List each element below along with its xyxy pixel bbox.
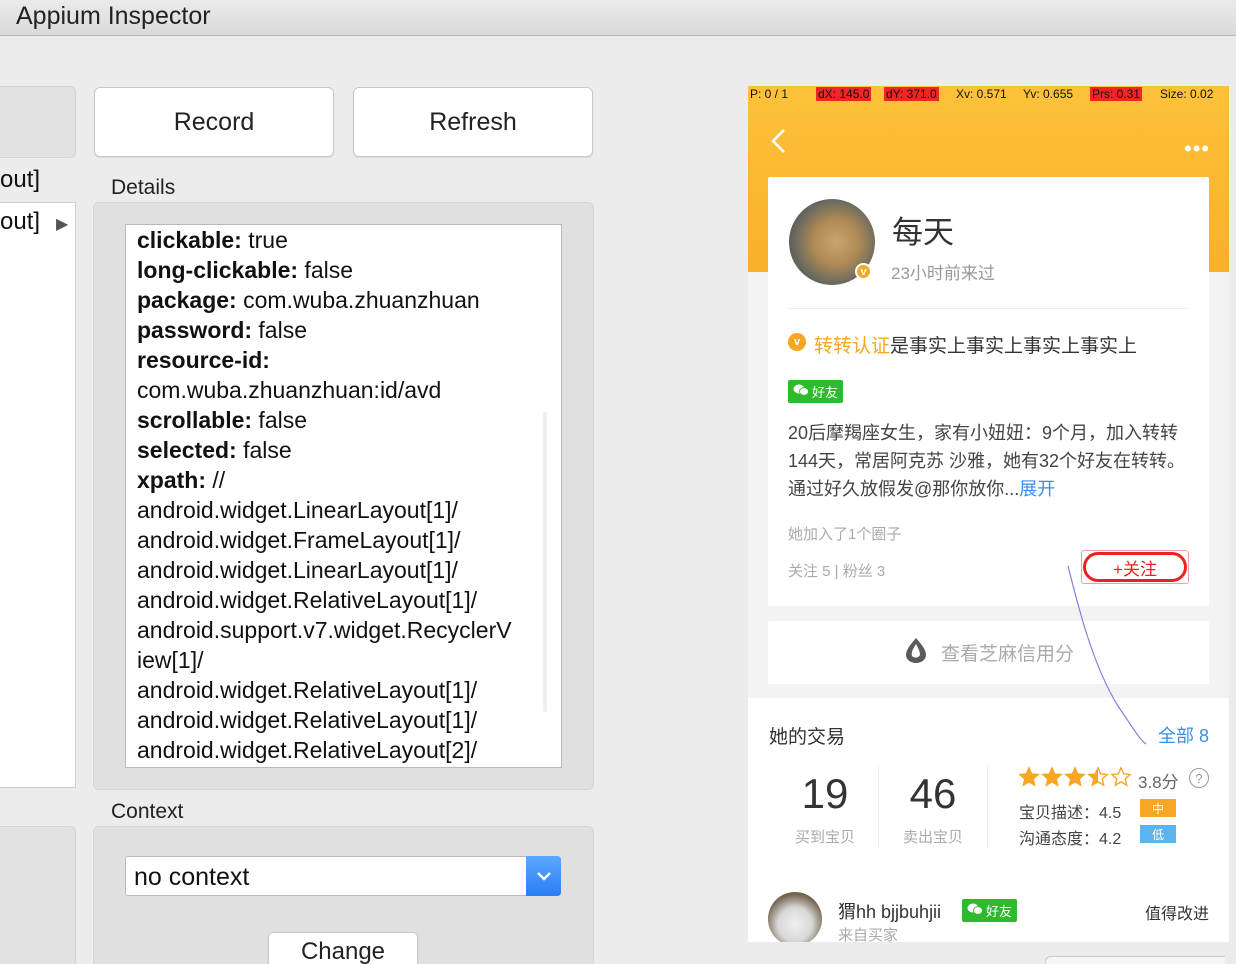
details-text-area[interactable]: clickable: true long-clickable: false pack… [125,224,562,768]
context-label: Context [111,800,184,823]
tree-expand-icon[interactable]: ▶ [56,214,68,234]
source-toolbar-panel [0,86,76,158]
details-scrollbar[interactable] [543,412,547,712]
detail-value: android.support.v7.widget.RecyclerV [137,617,512,643]
detail-value: android.widget.RelativeLayout[1]/ [137,587,478,613]
detail-value: iew[1]/ [137,647,204,673]
refresh-button[interactable]: Refresh [353,87,593,157]
change-button[interactable]: Change [268,932,418,964]
detail-value: com.wuba.zhuanzhuan:id/avd [137,377,442,403]
detail-key: scrollable: [137,407,253,433]
detail-line: android.widget.RelativeLayout[1]/ [137,705,553,735]
bottom-panel-edge [1045,956,1225,964]
details-label: Details [111,176,176,199]
detail-line: iew[1]/ [137,645,553,675]
detail-line: scrollable: false [137,405,553,435]
detail-line: package: com.wuba.zhuanzhuan [137,285,553,315]
detail-key: xpath: [137,467,206,493]
detail-line: android.widget.LinearLayout[1]/ [137,555,553,585]
tree-node-1[interactable]: out] [0,166,40,194]
detail-key: password: [137,317,253,343]
detail-key: package: [137,287,237,313]
detail-value: // [206,467,226,493]
detail-value: false [252,317,308,343]
detail-line: password: false [137,315,553,345]
device-screenshot[interactable]: P: 0 / 1 dX: 145.0 dY: 371.0 Xv: 0.571 Y… [748,86,1229,942]
detail-line: selected: false [137,435,553,465]
detail-value: false [252,407,308,433]
detail-value: true [241,227,288,253]
context-select[interactable]: no context [125,856,561,896]
title-bar: Appium Inspector [0,0,1236,36]
record-button[interactable]: Record [94,87,334,157]
left-bottom-panel [0,826,76,964]
detail-key: clickable: [137,227,242,253]
detail-value: android.widget.LinearLayout[1]/ [137,497,458,523]
detail-key: selected: [137,437,237,463]
detail-value: android.widget.FrameLayout[1]/ [137,527,461,553]
detail-line: xpath: // [137,465,553,495]
detail-line: android.widget.FrameLayout[1]/ [137,525,553,555]
detail-value: false [236,437,292,463]
detail-line: android.widget.RelativeLayout[1]/ [137,675,553,705]
detail-value: android.widget.RelativeLayout[2]/ [137,737,478,763]
detail-value: android.widget.RelativeLayout[1]/ [137,677,478,703]
context-select-value: no context [134,863,250,891]
detail-line: android.widget.RelativeLayout[2]/ [137,735,553,765]
detail-value: com.wuba.zhuanzhuan [236,287,480,313]
detail-line: resource-id: [137,345,553,375]
tree-node-2[interactable]: out] [0,208,40,236]
detail-key: resource-id: [137,347,270,373]
detail-key: long-clickable: [137,257,299,283]
detail-line: clickable: true [137,225,553,255]
detail-value: android.widget.RelativeLayout[1]/ [137,707,478,733]
swipe-trail [1067,565,1147,745]
detail-value: false [298,257,354,283]
detail-value: android.widget.LinearLayout[1]/ [137,557,458,583]
source-tree[interactable] [0,202,76,788]
detail-line: android.support.v7.widget.RecyclerV [137,615,553,645]
window-title: Appium Inspector [16,2,211,30]
detail-line: android.widget.RelativeLayout[1]/ [137,585,553,615]
chevron-down-icon[interactable] [526,856,561,896]
detail-line: long-clickable: false [137,255,553,285]
detail-line: com.wuba.zhuanzhuan:id/avd [137,375,553,405]
detail-line: android.widget.LinearLayout[1]/ [137,495,553,525]
